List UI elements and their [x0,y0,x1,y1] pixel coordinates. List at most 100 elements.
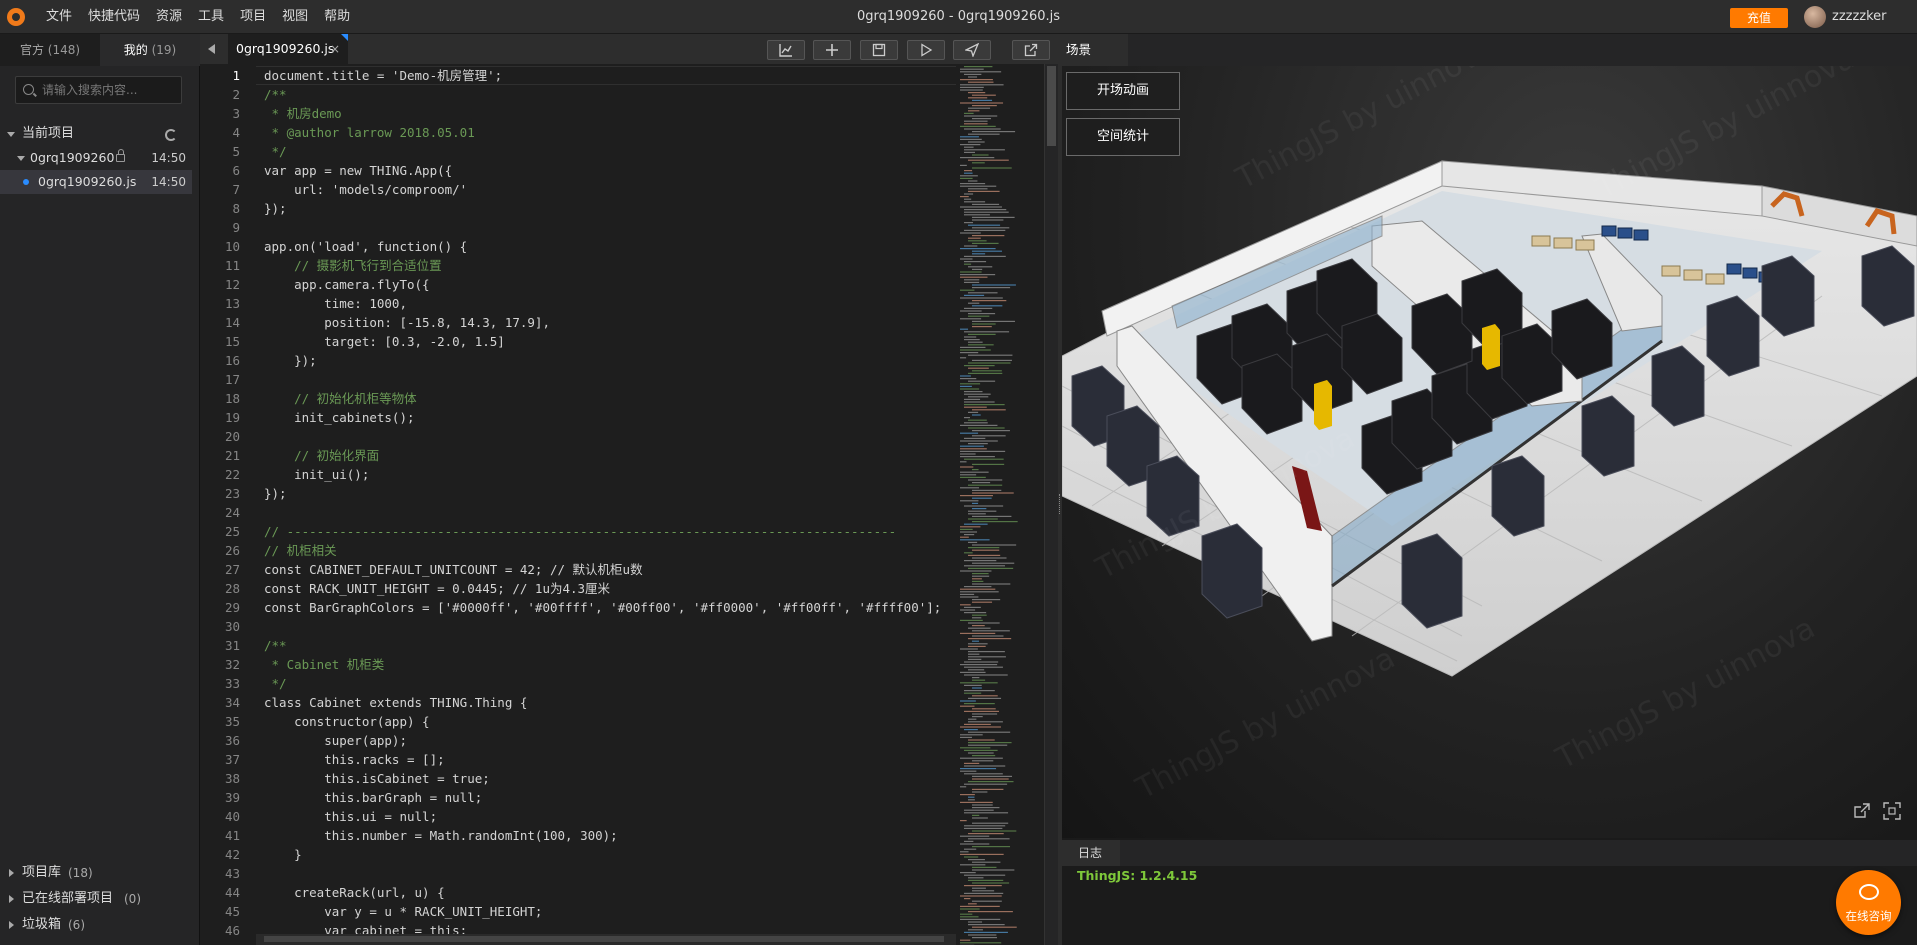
code-line[interactable]: */ [264,142,287,161]
opening-animation-button[interactable]: 开场动画 [1066,72,1180,110]
avatar[interactable] [1804,6,1826,28]
code-line[interactable]: } [264,845,302,864]
chevron-down-icon [17,156,25,161]
code-line[interactable]: class Cabinet extends THING.Thing { [264,693,527,712]
scrollbar-thumb[interactable] [264,936,944,942]
chart-button[interactable] [767,40,805,60]
code-line[interactable]: // 机柜相关 [264,541,337,560]
project-row[interactable]: 0grq1909260 14:50 [0,146,200,170]
code-line[interactable]: // 初始化界面 [264,446,379,465]
group-deployed[interactable]: 已在线部署项目 (0) [0,887,200,911]
menu-view[interactable]: 视图 [274,0,316,34]
code-line[interactable]: app.camera.flyTo({ [264,275,429,294]
line-number: 33 [224,676,240,691]
code-line[interactable]: time: 1000, [264,294,407,313]
space-statistics-button[interactable]: 空间统计 [1066,118,1180,156]
save-button[interactable] [860,40,898,60]
code-line[interactable]: }); [264,484,287,503]
code-line[interactable]: * @author larrow 2018.05.01 [264,123,475,142]
open-external-button[interactable] [1012,40,1050,60]
code-line[interactable]: // -------------------------------------… [264,522,896,541]
send-button[interactable] [953,40,991,60]
code-line[interactable]: var y = u * RACK_UNIT_HEIGHT; [264,902,542,921]
code-line[interactable]: /** [264,85,287,104]
code-line[interactable]: }); [264,199,287,218]
line-number: 43 [224,866,240,881]
close-icon[interactable]: × [330,34,340,64]
code-line[interactable]: const RACK_UNIT_HEIGHT = 0.0445; // 1u为4… [264,579,610,598]
code-line[interactable]: this.barGraph = null; [264,788,482,807]
menu-help[interactable]: 帮助 [316,0,358,34]
group-trash[interactable]: 垃圾箱 (6) [0,913,200,937]
group-project-library[interactable]: 项目库 (18) [0,861,200,885]
line-number: 7 [232,182,240,197]
line-number: 30 [224,619,240,634]
code-line[interactable]: constructor(app) { [264,712,429,731]
code-line[interactable]: * Cabinet 机柜类 [264,655,385,674]
code-line[interactable]: * 机房demo [264,104,342,123]
code-line[interactable]: position: [-15.8, 14.3, 17.9], [264,313,550,332]
code-line[interactable]: url: 'models/comproom/' [264,180,467,199]
line-number: 24 [224,505,240,520]
code-line[interactable]: const BarGraphColors = ['#0000ff', '#00f… [264,598,941,617]
file-row[interactable]: 0grq1909260.js 14:50 [0,170,192,194]
search-input[interactable] [42,77,177,103]
menu-resources[interactable]: 资源 [148,0,190,34]
line-number: 15 [224,334,240,349]
tab-scene[interactable]: 场景 [1062,34,1128,66]
code-line[interactable]: // 摄影机飞行到合适位置 [264,256,442,275]
run-button[interactable] [907,40,945,60]
tab-log[interactable]: 日志 [1062,840,1120,866]
project-time: 14:50 [151,151,186,165]
fullscreen-icon[interactable] [1881,800,1903,822]
line-number: 45 [224,904,240,919]
menu-tools[interactable]: 工具 [190,0,232,34]
tab-mine[interactable]: 我的 (19) [100,34,200,66]
code-line[interactable]: */ [264,674,287,693]
code-line[interactable]: /** [264,636,287,655]
online-consult-button[interactable]: 在线咨询 [1836,870,1901,935]
code-line[interactable]: document.title = 'Demo-机房管理'; [264,66,502,85]
scrollbar-thumb[interactable] [1047,66,1056,146]
external-icon [1024,43,1038,57]
code-line[interactable]: this.number = Math.randomInt(100, 300); [264,826,618,845]
app-logo-icon[interactable] [7,8,25,26]
code-line[interactable]: createRack(url, u) { [264,883,445,902]
menu-snippets[interactable]: 快捷代码 [80,0,148,34]
code-line[interactable]: super(app); [264,731,407,750]
line-number: 37 [224,752,240,767]
code-line[interactable]: this.isCabinet = true; [264,769,490,788]
editor-file-tab[interactable]: 0grq1909260.js × [228,34,348,64]
code-line[interactable]: app.on('load', function() { [264,237,467,256]
code-line[interactable]: target: [0.3, -2.0, 1.5] [264,332,505,351]
3d-scene-viewport[interactable]: ThingJS by uinnova ThingJS by uinnova Th… [1062,66,1917,838]
group-count: (6) [68,918,85,932]
chevron-left-icon[interactable] [208,44,215,54]
line-number: 46 [224,923,240,938]
recharge-button[interactable]: 充值 [1730,8,1788,28]
code-line[interactable]: this.racks = []; [264,750,444,769]
add-button[interactable] [813,40,851,60]
line-number: 8 [232,201,240,216]
tab-official-label: 官方 [19,43,44,57]
modified-corner-icon [341,34,348,41]
code-line[interactable]: init_ui(); [264,465,369,484]
menu-project[interactable]: 项目 [232,0,274,34]
run-icon [921,43,933,57]
current-project-header[interactable]: 当前项目 [0,122,200,146]
horizontal-scrollbar[interactable] [256,934,956,945]
code-line[interactable]: init_cabinets(); [264,408,414,427]
external-icon[interactable] [1851,800,1873,822]
refresh-icon[interactable] [165,129,177,141]
code-line[interactable]: const CABINET_DEFAULT_UNITCOUNT = 42; //… [264,560,643,579]
menu-file[interactable]: 文件 [38,0,80,34]
minimap[interactable] [956,64,1044,945]
file-name: 0grq1909260.js [38,174,137,189]
vertical-scrollbar[interactable] [1044,64,1058,945]
username[interactable]: zzzzzker [1832,0,1887,34]
code-line[interactable]: this.ui = null; [264,807,437,826]
code-line[interactable]: // 初始化机柜等物体 [264,389,417,408]
code-line[interactable]: var app = new THING.App({ [264,161,452,180]
code-line[interactable]: }); [264,351,317,370]
tab-official[interactable]: 官方 (148) [0,34,100,66]
